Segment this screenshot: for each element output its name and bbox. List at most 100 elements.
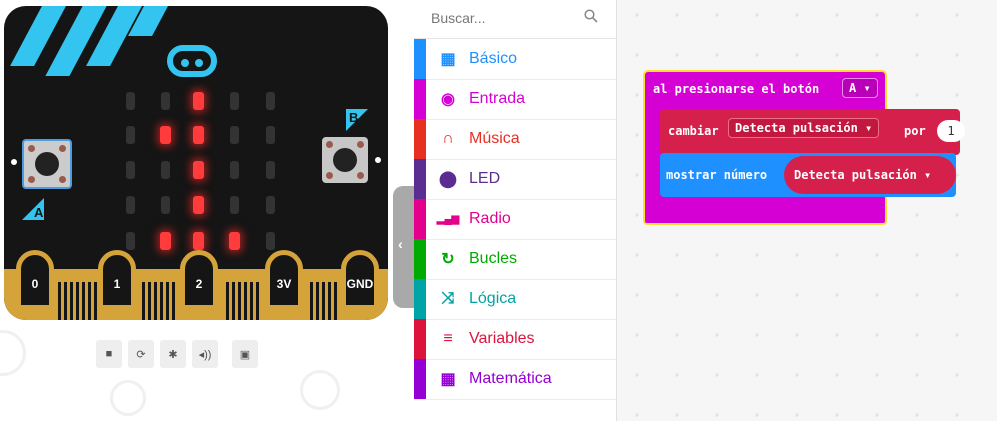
stop-icon[interactable]: ■	[96, 340, 122, 368]
pin-gnd[interactable]: GND	[341, 250, 379, 310]
refresh-icon: ↻	[441, 251, 455, 268]
led-on	[193, 126, 204, 144]
variable-dropdown[interactable]: Detecta pulsación ▾	[728, 118, 880, 138]
small-pin	[70, 282, 73, 320]
collapse-simulator-button[interactable]: ‹	[393, 186, 415, 308]
small-pin	[172, 282, 175, 320]
category-variables[interactable]: ≡ Variables	[414, 319, 616, 360]
small-pin	[76, 282, 79, 320]
blocks-workspace[interactable]: al presionarse el botón A ▾ cambiar Dete…	[617, 0, 997, 421]
small-pin	[256, 282, 259, 320]
small-pin	[142, 282, 145, 320]
led-off	[126, 126, 135, 144]
decoration	[300, 370, 340, 410]
by-label: por	[904, 124, 926, 138]
toolbox: Buscar... ▦ Básico ◉ Entrada ∩ Música ⬤ LED ▂▄▆ R…	[414, 0, 617, 421]
radio-button-icon: ◉	[441, 91, 455, 108]
led-off	[126, 161, 135, 179]
change-block-label: cambiar	[668, 124, 719, 138]
toggle-icon: ⬤	[439, 171, 457, 188]
toolbox-search[interactable]: Buscar...	[414, 0, 616, 39]
screw	[28, 145, 35, 152]
category-música[interactable]: ∩ Música	[414, 119, 616, 160]
calculator-icon: ▦	[440, 371, 456, 388]
led-off	[161, 161, 170, 179]
led-off	[266, 92, 275, 110]
button-a[interactable]	[22, 139, 72, 189]
category-bucles[interactable]: ↻ Bucles	[414, 239, 616, 280]
led-off	[126, 232, 135, 250]
led-on	[193, 161, 204, 179]
category-radio[interactable]: ▂▄▆ Radio	[414, 199, 616, 240]
search-input[interactable]: Buscar...	[431, 10, 485, 26]
screw	[28, 176, 35, 183]
value-input[interactable]: 1	[937, 120, 965, 142]
side-dot	[375, 157, 381, 163]
category-básico[interactable]: ▦ Básico	[414, 39, 616, 80]
screw	[357, 172, 364, 179]
search-icon[interactable]	[584, 9, 598, 23]
led-off	[230, 92, 239, 110]
category-matemática[interactable]: ▦ Matemática	[414, 359, 616, 400]
pin-label: 1	[113, 277, 121, 291]
category-label: Básico	[469, 50, 518, 67]
category-color-bar	[414, 319, 426, 359]
small-pin	[154, 282, 157, 320]
mute-icon[interactable]: ◂))	[192, 340, 218, 368]
pin-3v[interactable]: 3V	[265, 250, 303, 310]
led-off	[266, 196, 275, 214]
button-dropdown[interactable]: A ▾	[842, 78, 878, 98]
shuffle-icon: ⤨	[441, 290, 455, 307]
small-pin	[322, 282, 325, 320]
category-label: Lógica	[469, 290, 517, 307]
category-label: Música	[469, 130, 520, 147]
led-off	[126, 196, 135, 214]
pin-label: GND	[346, 277, 374, 291]
show-number-block[interactable]: mostrar número Detecta pulsación ▾	[660, 153, 956, 197]
small-pin	[250, 282, 253, 320]
led-off	[266, 126, 275, 144]
small-pin	[64, 282, 67, 320]
event-block-label: al presionarse el botón	[653, 82, 820, 96]
simulator-panel: A B 0 1 2 3V GND ■ ⟳ ✱ ◂)) ▣	[0, 0, 410, 421]
category-color-bar	[414, 199, 426, 239]
screw	[326, 141, 333, 148]
change-variable-block[interactable]: cambiar Detecta pulsación ▾ por 1	[660, 109, 965, 155]
small-pin	[316, 282, 319, 320]
screw	[357, 141, 364, 148]
category-color-bar	[414, 279, 426, 319]
small-pin	[160, 282, 163, 320]
pin-label: 0	[31, 277, 39, 291]
category-led[interactable]: ⬤ LED	[414, 159, 616, 200]
variable-dropdown[interactable]: Detecta pulsación ▾	[794, 168, 931, 182]
side-dot	[11, 159, 17, 165]
button-b[interactable]	[322, 137, 368, 183]
led-on	[229, 232, 240, 250]
category-entrada[interactable]: ◉ Entrada	[414, 79, 616, 120]
pin-2[interactable]: 2	[180, 250, 218, 310]
simulator-controls: ■ ⟳ ✱ ◂)) ▣	[96, 340, 258, 368]
category-color-bar	[414, 79, 426, 119]
small-pin	[58, 282, 61, 320]
category-color-bar	[414, 159, 426, 199]
restart-icon[interactable]: ⟳	[128, 340, 154, 368]
pin-0[interactable]: 0	[16, 250, 54, 310]
small-pin	[226, 282, 229, 320]
led-on	[193, 92, 204, 110]
led-off	[126, 92, 135, 110]
small-pin	[94, 282, 97, 320]
category-lógica[interactable]: ⤨ Lógica	[414, 279, 616, 320]
variable-reporter[interactable]: Detecta pulsación ▾	[784, 156, 956, 194]
debug-icon[interactable]: ✱	[160, 340, 186, 368]
led-on	[160, 232, 171, 250]
small-pin	[238, 282, 241, 320]
small-pin	[148, 282, 151, 320]
pin-1[interactable]: 1	[98, 250, 136, 310]
category-label: Variables	[469, 330, 535, 347]
screw	[59, 176, 66, 183]
pin-label: 2	[195, 277, 203, 291]
chevron-left-icon: ‹	[398, 236, 403, 252]
button-cap	[333, 148, 357, 172]
screw	[59, 145, 66, 152]
fullscreen-icon[interactable]: ▣	[232, 340, 258, 368]
